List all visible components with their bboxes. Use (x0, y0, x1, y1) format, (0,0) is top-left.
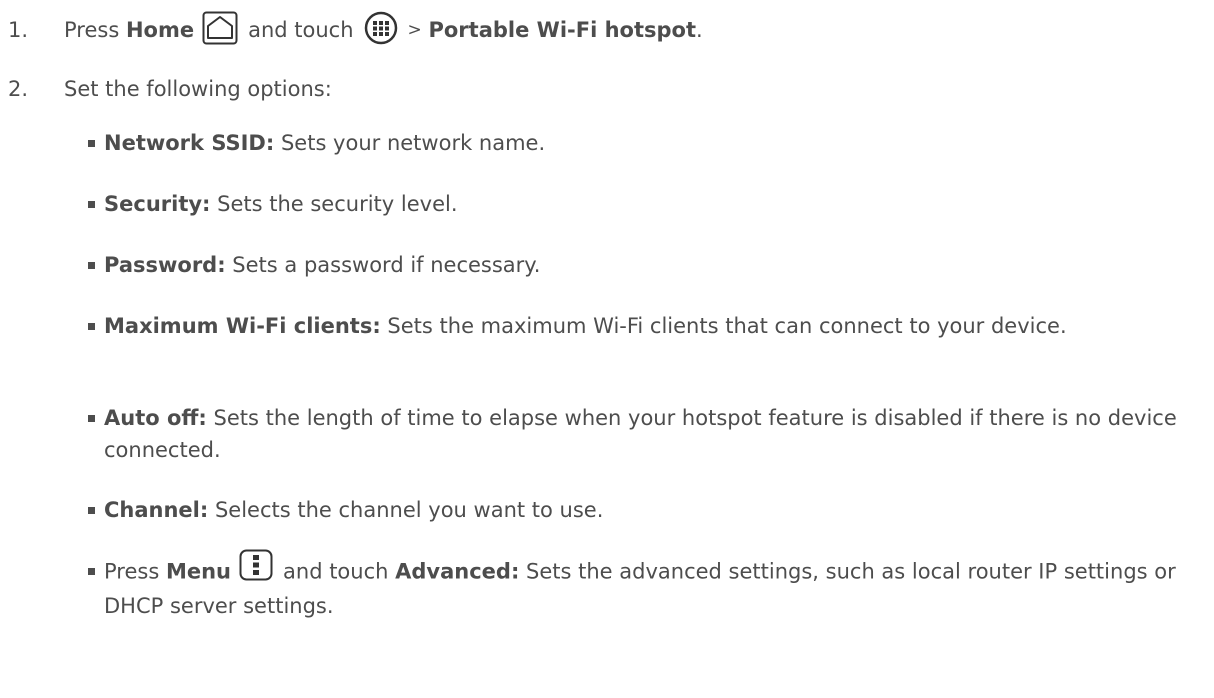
home-label: Home (125, 18, 195, 42)
step-2-number: 2. (8, 77, 29, 101)
option-label: Password: (104, 253, 226, 277)
home-icon (202, 11, 238, 50)
option-text: Sets a password if necessary. (225, 253, 541, 277)
option-security: Security: Sets the security level. (104, 188, 1194, 220)
option-text: Sets your network name. (274, 131, 546, 155)
bullet-icon (88, 415, 95, 422)
option-text: Sets the security level. (210, 192, 458, 216)
option-channel: Channel: Selects the channel you want to… (104, 494, 1194, 526)
option-and-touch: and touch (283, 559, 389, 584)
step-1-number: 1. (8, 18, 29, 42)
option-text: Sets the maximum Wi-Fi clients that can … (380, 314, 1067, 338)
option-password: Password: Sets a password if necessary. (104, 249, 1194, 281)
bullet-icon (88, 323, 95, 330)
step-1-separator: > (407, 20, 422, 40)
step-1-and-touch: and touch (248, 18, 354, 42)
advanced-label: Advanced: (395, 559, 520, 584)
option-auto-off: Auto off: Sets the length of time to ela… (104, 402, 1194, 466)
option-network-ssid: Network SSID: Sets your network name. (104, 127, 1194, 159)
option-label: Network SSID: (104, 131, 275, 155)
option-label: Security: (104, 192, 211, 216)
option-press: Press (104, 559, 160, 584)
step-2-text: Set the following options: (64, 77, 332, 101)
portable-hotspot-label: Portable Wi-Fi hotspot (428, 18, 696, 42)
bullet-icon (88, 507, 95, 514)
option-label: Channel: (104, 498, 209, 522)
step-1-period: . (696, 18, 703, 42)
bullet-icon (88, 201, 95, 208)
step-1-body: Press Home and touch > Portable Wi-Fi ho… (64, 11, 703, 50)
option-menu-advanced: Press Menu and touch Advanced: Sets the a… (104, 549, 1194, 622)
bullet-icon (88, 262, 95, 269)
option-max-clients: Maximum Wi-Fi clients: Sets the maximum … (104, 310, 1194, 342)
option-label: Maximum Wi-Fi clients: (104, 314, 381, 338)
option-text: Sets the length of time to elapse when y… (104, 406, 1177, 462)
bullet-icon (88, 568, 95, 575)
bullet-icon (88, 140, 95, 147)
option-text: Selects the channel you want to use. (208, 498, 604, 522)
apps-icon (364, 11, 398, 50)
step-1-press: Press (64, 18, 120, 42)
menu-icon (239, 549, 273, 590)
option-label: Auto off: (104, 406, 207, 430)
menu-label: Menu (165, 559, 232, 584)
